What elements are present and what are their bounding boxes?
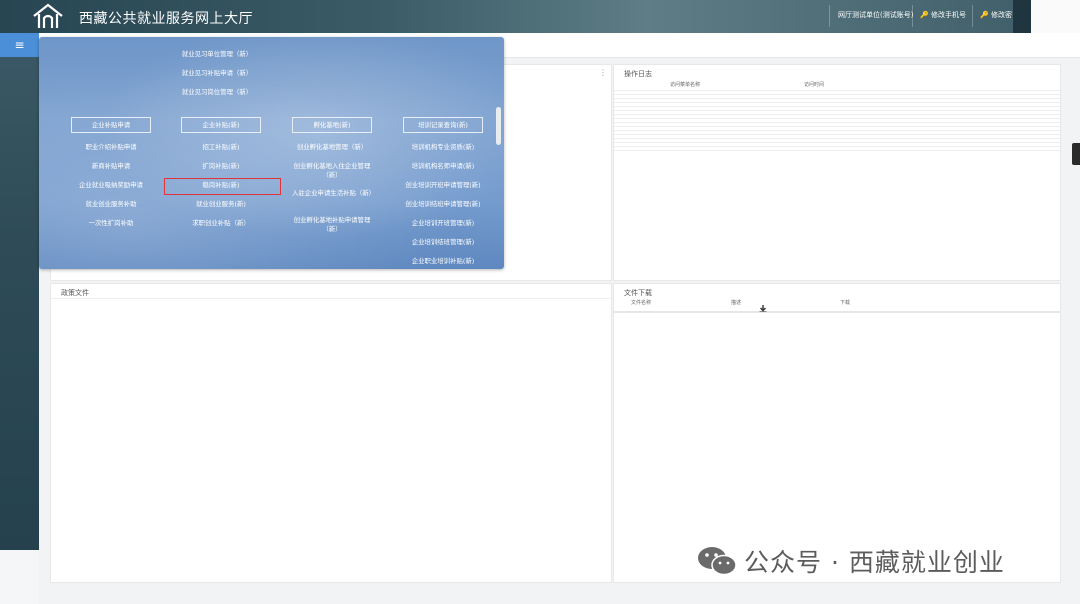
top-header: 西藏公共就业服务网上大厅 网厅测试单位(测试账号) 🔑 修改手机号 🔑 修改密码	[0, 0, 1080, 33]
more-options-icon[interactable]: ⋮	[599, 68, 607, 77]
change-phone-label: 修改手机号	[930, 11, 966, 19]
site-title: 西藏公共就业服务网上大厅	[79, 11, 253, 27]
col-header-name: 文件名称	[631, 300, 652, 306]
site-logo-icon	[33, 3, 63, 28]
menu-item[interactable]: 就业创业服务(新)	[171, 200, 271, 209]
menu-category-training-records[interactable]: 培训记录查询(新)	[403, 117, 483, 133]
menu-item[interactable]: 入驻企业申请生活补贴（新）	[292, 189, 375, 198]
col-header-download: 下载	[840, 300, 851, 306]
menu-item[interactable]: 企业培训开班管理(新)	[393, 219, 493, 228]
side-float-tab[interactable]	[1072, 143, 1080, 165]
header-divider	[972, 5, 973, 27]
operation-log-panel: 操作日志 访问菜单名称 访问时间	[613, 64, 1061, 281]
header-divider	[829, 5, 830, 27]
menu-category-enterprise-subsidy[interactable]: 企业补贴(新)	[181, 117, 261, 133]
header-right-area	[1013, 0, 1080, 33]
header-divider	[912, 5, 913, 27]
log-table-header: 访问菜单名称 访问时间	[614, 81, 1060, 89]
menu-item[interactable]: 求职创业补贴（新）	[171, 219, 271, 228]
menu-item[interactable]: 就业创业服务补助	[61, 200, 161, 209]
menu-item[interactable]: 创业孵化基地入住企业管理（新）	[287, 162, 377, 180]
col-header-desc: 描述	[731, 300, 742, 306]
menu-item[interactable]: 企业就业吸纳奖励申请	[61, 181, 161, 190]
dropdown-scrollbar[interactable]	[496, 107, 501, 145]
watermark-text: 公众号 · 西藏就业创业	[744, 548, 1005, 577]
menu-item[interactable]: 企业培训结班管理(新)	[393, 238, 493, 247]
panel-divider	[614, 312, 1060, 313]
user-label[interactable]: 网厅测试单位(测试账号)	[838, 10, 913, 20]
menu-toggle-button[interactable]: ≡	[0, 33, 39, 57]
menu-category-enterprise-subsidy-apply[interactable]: 企业补贴申请	[71, 117, 151, 133]
menu-item[interactable]: 扩岗补贴(新)	[171, 162, 271, 171]
menu-item[interactable]: 新商补贴申请	[61, 162, 161, 171]
file-table-header: 文件名称 描述 下载	[614, 300, 1060, 312]
sidebar-footer	[0, 550, 39, 604]
change-phone-link[interactable]: 🔑 修改手机号	[920, 10, 966, 20]
menu-item[interactable]: 就业见习单位管理（新）	[151, 50, 283, 59]
menu-item[interactable]: 创业培训开班申请管理(新)	[393, 181, 493, 190]
panel-title: 文件下载	[624, 289, 652, 297]
mega-menu-dropdown: 就业见习单位管理（新） 就业见习补贴申请（新） 就业见习岗位管理（新） 企业补贴…	[39, 37, 504, 269]
log-table-body	[614, 90, 1060, 154]
key-icon: 🔑	[980, 11, 989, 19]
col-header-menu: 访问菜单名称	[670, 82, 701, 88]
policy-files-panel: 政策文件	[50, 283, 612, 583]
menu-item[interactable]: 招工补贴(新)	[171, 143, 271, 152]
menu-item[interactable]: 职业介绍补贴申请	[61, 143, 161, 152]
menu-item[interactable]: 培训机构专业资质(新)	[393, 143, 493, 152]
left-sidebar: ≡	[0, 33, 39, 550]
menu-item[interactable]: 就业见习补贴申请（新）	[151, 69, 283, 78]
col-header-time: 访问时间	[804, 82, 825, 88]
wechat-icon	[698, 547, 737, 576]
menu-item[interactable]: 创业孵化基地管理（新）	[282, 143, 382, 152]
key-icon: 🔑	[920, 11, 929, 19]
menu-item[interactable]: 创业孵化基地补贴申请管理（新）	[287, 216, 377, 234]
menu-item[interactable]: 培训机构名师申请(新)	[393, 162, 493, 171]
menu-item[interactable]: 一次性扩岗补助	[61, 219, 161, 228]
menu-category-incubation-base[interactable]: 孵化基地(新)	[292, 117, 372, 133]
panel-title: 操作日志	[624, 70, 652, 78]
change-password-label: 修改密码	[990, 11, 1012, 19]
file-download-panel: 文件下载 文件名称 描述 下载	[613, 283, 1061, 583]
panel-divider	[51, 298, 611, 299]
menu-item[interactable]: 就业见习岗位管理（新）	[151, 88, 283, 97]
menu-item-highlighted[interactable]: 稳岗补贴(新)	[171, 181, 271, 190]
change-password-link[interactable]: 🔑 修改密码	[980, 10, 1012, 20]
menu-item[interactable]: 企业职业培训补贴(新)	[393, 257, 493, 266]
table-row	[614, 150, 1060, 154]
panel-title: 政策文件	[61, 289, 89, 297]
menu-item[interactable]: 创业培训结班申请管理(新)	[393, 200, 493, 209]
